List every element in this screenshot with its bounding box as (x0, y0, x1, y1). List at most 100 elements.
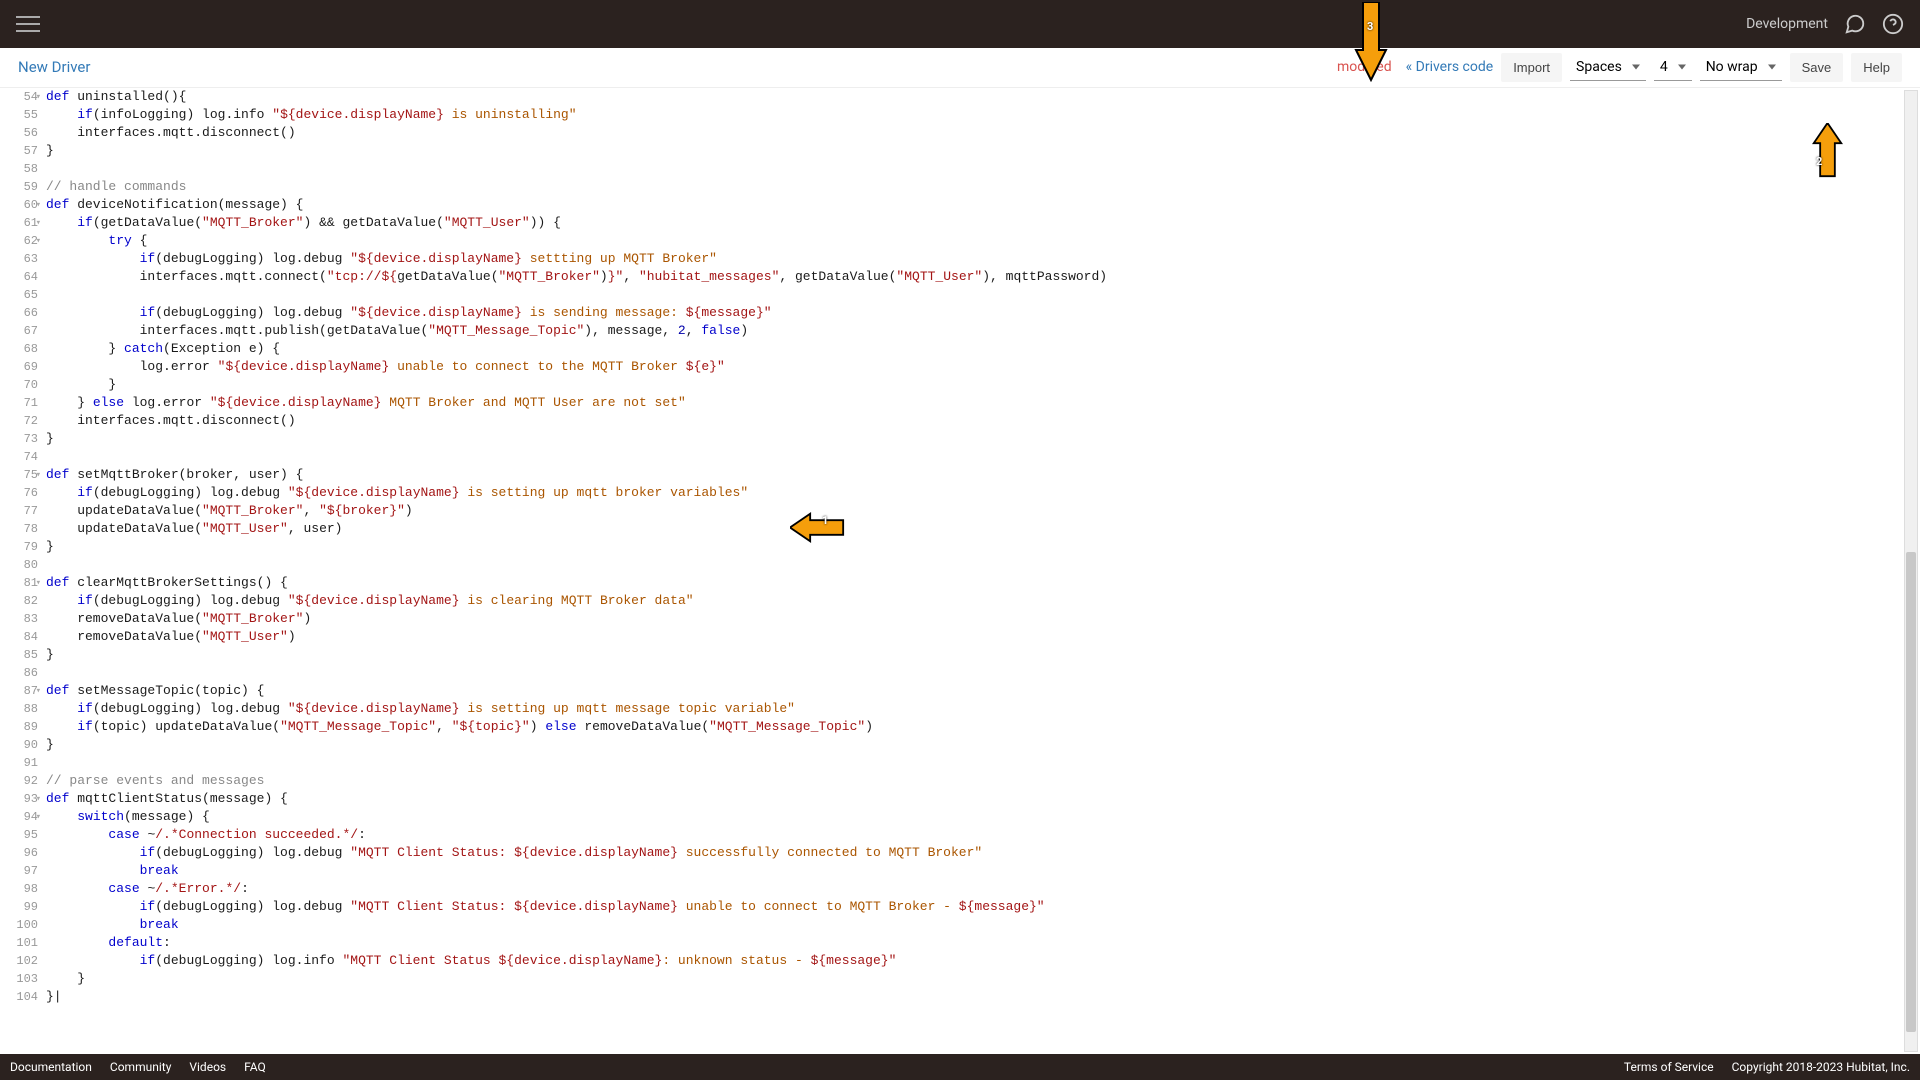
code-line[interactable]: if(debugLogging) log.debug "${device.dis… (46, 700, 1920, 718)
code-line[interactable]: } (46, 970, 1920, 988)
code-line[interactable]: if(debugLogging) log.debug "${device.dis… (46, 592, 1920, 610)
line-number: 58 (0, 160, 38, 178)
line-number: 63 (0, 250, 38, 268)
code-line[interactable]: def clearMqttBrokerSettings() { (46, 574, 1920, 592)
code-line[interactable]: interfaces.mqtt.disconnect() (46, 124, 1920, 142)
line-number: 57 (0, 142, 38, 160)
code-editor[interactable]: 54▾555657585960▾61▾62▾636465666768697071… (0, 87, 1920, 1054)
line-number: 101 (0, 934, 38, 952)
line-number: 77 (0, 502, 38, 520)
code-line[interactable] (46, 664, 1920, 682)
line-number: 59 (0, 178, 38, 196)
menu-icon[interactable] (16, 12, 40, 36)
line-number: 89 (0, 718, 38, 736)
fold-icon[interactable]: ▾ (36, 466, 41, 484)
code-line[interactable]: switch(message) { (46, 808, 1920, 826)
code-line[interactable] (46, 448, 1920, 466)
code-line[interactable]: } (46, 538, 1920, 556)
code-line[interactable]: if(infoLogging) log.info "${device.displ… (46, 106, 1920, 124)
code-line[interactable]: case ~/.*Connection succeeded.*/: (46, 826, 1920, 844)
fold-icon[interactable]: ▾ (36, 790, 41, 808)
code-line[interactable]: if(debugLogging) log.debug "${device.dis… (46, 250, 1920, 268)
fold-icon[interactable]: ▾ (36, 196, 41, 214)
code-line[interactable]: default: (46, 934, 1920, 952)
fold-icon[interactable]: ▾ (36, 232, 41, 250)
line-number: 67 (0, 322, 38, 340)
code-line[interactable]: def uninstalled(){ (46, 88, 1920, 106)
code-line[interactable]: } (46, 736, 1920, 754)
help-icon[interactable] (1882, 13, 1904, 35)
code-line[interactable]: } catch(Exception e) { (46, 340, 1920, 358)
code-line[interactable]: } else log.error "${device.displayName} … (46, 394, 1920, 412)
line-number: 68 (0, 340, 38, 358)
code-line[interactable]: try { (46, 232, 1920, 250)
code-line[interactable] (46, 754, 1920, 772)
page-title: New Driver (18, 58, 90, 76)
code-line[interactable]: } (46, 646, 1920, 664)
chat-icon[interactable] (1844, 13, 1866, 35)
fold-icon[interactable]: ▾ (36, 574, 41, 592)
line-number: 90 (0, 736, 38, 754)
code-line[interactable]: def setMqttBroker(broker, user) { (46, 466, 1920, 484)
code-line[interactable]: // handle commands (46, 178, 1920, 196)
line-number: 104 (0, 988, 38, 1006)
code-line[interactable]: } (46, 142, 1920, 160)
code-area[interactable]: def uninstalled(){ if(infoLogging) log.i… (46, 88, 1920, 1054)
code-line[interactable]: def deviceNotification(message) { (46, 196, 1920, 214)
footer-link[interactable]: FAQ (244, 1060, 266, 1074)
code-line[interactable]: if(debugLogging) log.debug "MQTT Client … (46, 844, 1920, 862)
annotation-arrow-2: 2 (1800, 123, 1855, 178)
code-line[interactable]: } (46, 430, 1920, 448)
code-line[interactable]: interfaces.mqtt.publish(getDataValue("MQ… (46, 322, 1920, 340)
import-button[interactable]: Import (1501, 53, 1562, 82)
fold-icon[interactable]: ▾ (36, 682, 41, 700)
line-number: 66 (0, 304, 38, 322)
code-line[interactable]: if(topic) updateDataValue("MQTT_Message_… (46, 718, 1920, 736)
scroll-thumb[interactable] (1906, 552, 1916, 1032)
footer-link[interactable]: Terms of Service (1624, 1060, 1714, 1074)
fold-icon[interactable]: ▾ (36, 808, 41, 826)
code-line[interactable]: log.error "${device.displayName} unable … (46, 358, 1920, 376)
code-line[interactable]: if(debugLogging) log.debug "${device.dis… (46, 304, 1920, 322)
indent-size-select[interactable]: 4 (1654, 54, 1692, 81)
code-line[interactable]: interfaces.mqtt.disconnect() (46, 412, 1920, 430)
code-line[interactable]: case ~/.*Error.*/: (46, 880, 1920, 898)
scrollbar[interactable] (1904, 90, 1918, 1052)
code-line[interactable] (46, 160, 1920, 178)
code-line[interactable]: // parse events and messages (46, 772, 1920, 790)
footer-link[interactable]: Community (110, 1060, 171, 1074)
code-line[interactable]: interfaces.mqtt.connect("tcp://${getData… (46, 268, 1920, 286)
footer-link[interactable]: Copyright 2018-2023 Hubitat, Inc. (1732, 1060, 1910, 1074)
help-button[interactable]: Help (1851, 53, 1902, 82)
code-line[interactable]: removeDataValue("MQTT_User") (46, 628, 1920, 646)
code-line[interactable]: def mqttClientStatus(message) { (46, 790, 1920, 808)
indent-type-select[interactable]: Spaces (1570, 54, 1646, 81)
code-line[interactable] (46, 556, 1920, 574)
code-line[interactable]: }| (46, 988, 1920, 1006)
code-line[interactable]: def setMessageTopic(topic) { (46, 682, 1920, 700)
footer-link[interactable]: Documentation (10, 1060, 92, 1074)
code-line[interactable]: if(debugLogging) log.debug "MQTT Client … (46, 898, 1920, 916)
line-number: 94▾ (0, 808, 38, 826)
code-line[interactable]: if(getDataValue("MQTT_Broker") && getDat… (46, 214, 1920, 232)
fold-icon[interactable]: ▾ (36, 88, 41, 106)
line-number: 75▾ (0, 466, 38, 484)
back-link[interactable]: « Drivers code (1406, 59, 1494, 75)
code-line[interactable]: break (46, 916, 1920, 934)
code-line[interactable] (46, 286, 1920, 304)
wrap-select[interactable]: No wrap (1700, 54, 1782, 81)
code-line[interactable]: if(debugLogging) log.debug "${device.dis… (46, 484, 1920, 502)
save-button[interactable]: Save (1790, 53, 1844, 82)
line-number: 91 (0, 754, 38, 772)
code-line[interactable]: break (46, 862, 1920, 880)
code-line[interactable]: } (46, 376, 1920, 394)
fold-icon[interactable]: ▾ (36, 214, 41, 232)
code-line[interactable]: if(debugLogging) log.info "MQTT Client S… (46, 952, 1920, 970)
footer-link[interactable]: Videos (189, 1060, 226, 1074)
code-line[interactable]: updateDataValue("MQTT_User", user) (46, 520, 1920, 538)
line-number: 95 (0, 826, 38, 844)
annotation-arrow-3: 3 (1351, 2, 1391, 82)
line-number: 98 (0, 880, 38, 898)
code-line[interactable]: updateDataValue("MQTT_Broker", "${broker… (46, 502, 1920, 520)
code-line[interactable]: removeDataValue("MQTT_Broker") (46, 610, 1920, 628)
